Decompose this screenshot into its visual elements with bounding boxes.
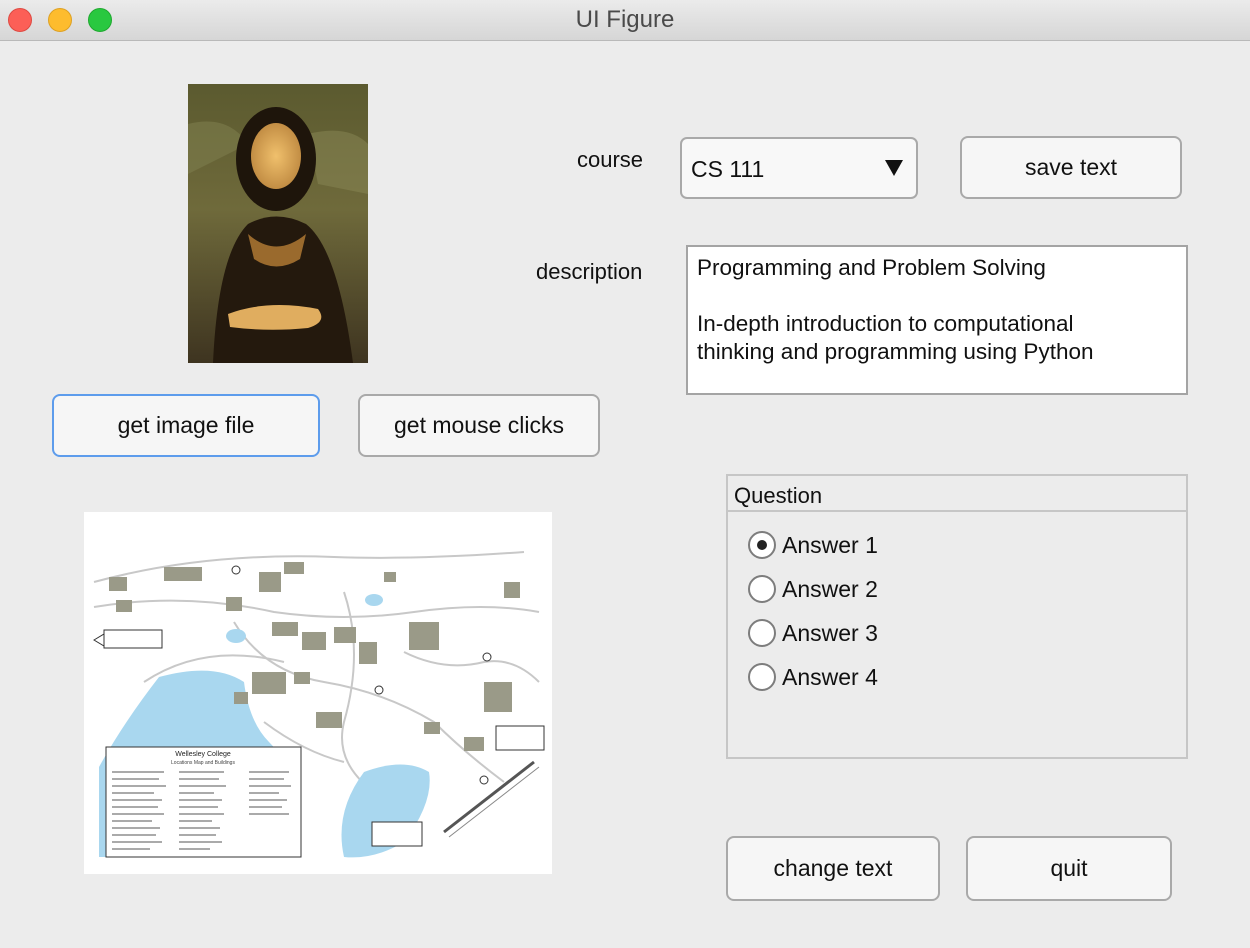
answer-2-label: Answer 2 [782, 575, 878, 602]
description-text-area[interactable]: Programming and Problem Solving In-depth… [686, 245, 1188, 395]
get-mouse-clicks-button[interactable]: get mouse clicks [358, 394, 600, 457]
radio-unselected-icon[interactable] [748, 575, 776, 603]
answer-4-label: Answer 4 [782, 663, 878, 690]
answer-3-label: Answer 3 [782, 619, 878, 646]
answer-4-radio[interactable]: Answer 4 [748, 662, 878, 692]
answer-1-radio[interactable]: Answer 1 [748, 530, 878, 560]
campus-map-image: Wellesley College Locations Map and Buil… [84, 512, 552, 874]
answer-2-radio[interactable]: Answer 2 [748, 574, 878, 604]
answer-1-label: Answer 1 [782, 531, 878, 558]
window-title: UI Figure [575, 6, 675, 33]
course-dropdown[interactable]: CS 111 [680, 137, 918, 199]
portrait-image [188, 84, 368, 363]
save-text-button[interactable]: save text [960, 136, 1182, 199]
answer-3-radio[interactable]: Answer 3 [748, 618, 878, 648]
course-dropdown-value: CS 111 [691, 156, 765, 182]
radio-unselected-icon[interactable] [748, 619, 776, 647]
quit-button[interactable]: quit [966, 836, 1172, 901]
course-label: course [577, 147, 644, 172]
radio-unselected-icon[interactable] [748, 663, 776, 691]
question-panel-title: Question [728, 476, 1186, 512]
get-image-file-button[interactable]: get image file [52, 394, 320, 457]
change-text-button[interactable]: change text [726, 836, 940, 901]
radio-selected-icon[interactable] [748, 531, 776, 559]
title-bar: UI Figure [0, 0, 1250, 41]
description-label: description [536, 259, 643, 284]
map-legend-subtitle: Locations Map and Buildings [171, 760, 235, 766]
question-panel: Question Answer 1 Answer 2 Answer 3 Answ… [726, 474, 1188, 759]
map-legend-title: Wellesley College [175, 751, 231, 758]
dropdown-arrow-icon [885, 160, 903, 176]
